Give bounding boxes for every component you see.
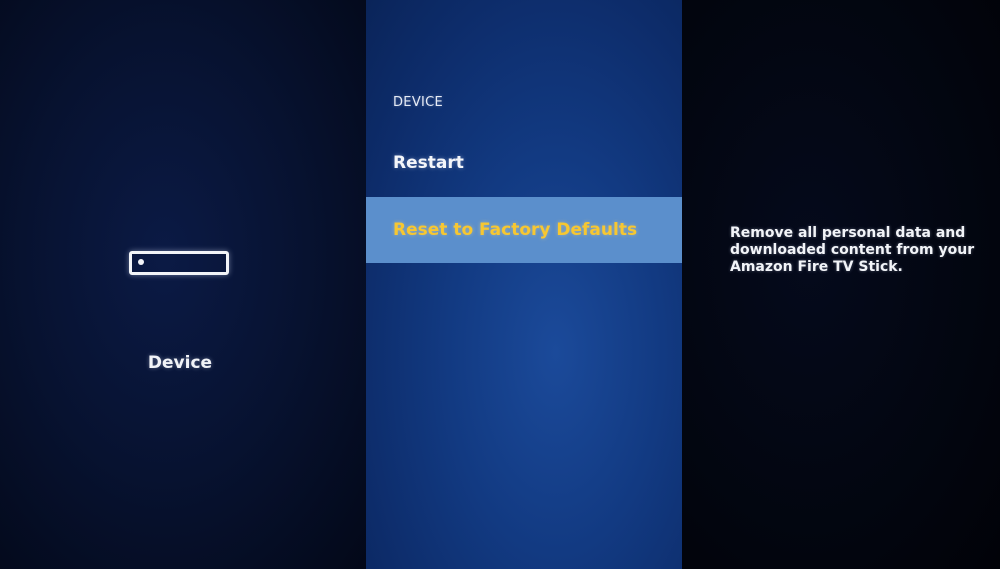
menu-item-reset-factory-defaults[interactable]: Reset to Factory Defaults [366, 197, 682, 263]
menu-item-label: Reset to Factory Defaults [393, 220, 638, 240]
menu-item-restart[interactable]: Restart [366, 130, 682, 196]
menu-header: DEVICE [393, 95, 444, 110]
description-pane: Remove all personal data and downloaded … [682, 0, 1000, 569]
category-pane: Device [0, 0, 366, 569]
device-menu: DEVICE Restart Reset to Factory Defaults [366, 0, 682, 569]
category-label: Device [147, 353, 213, 373]
indicator-light-icon [138, 259, 144, 265]
option-description: Remove all personal data and downloaded … [730, 225, 975, 275]
menu-item-label: Restart [393, 153, 464, 173]
settings-screen: Device DEVICE Restart Reset to Factory D… [0, 0, 1000, 569]
streaming-stick-icon [129, 251, 229, 275]
